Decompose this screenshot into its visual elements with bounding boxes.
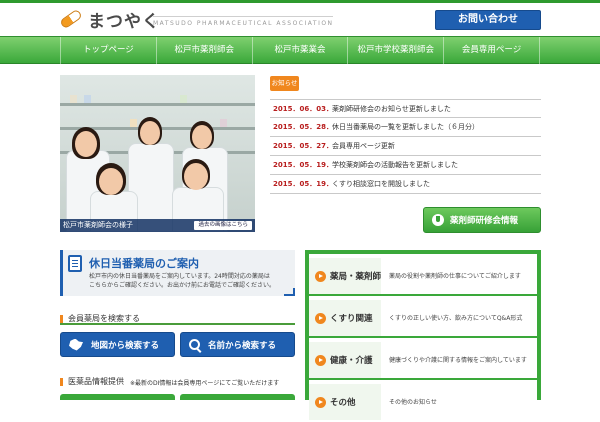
nav-item-top[interactable]: トップページ — [60, 37, 156, 65]
holiday-description: 松戸市内の休日当番薬局をご案内しています。24時間対応の薬局は こちらからご確認… — [89, 273, 276, 289]
news-list: 2015．06．03． 薬剤師研修会のお知らせ更新しました 2015．05．28… — [270, 99, 541, 194]
logo-subtitle: MATSUDO PHARMACEUTICAL ASSOCIATION — [153, 20, 334, 27]
arrow-right-icon — [315, 312, 326, 324]
hero-photo: 松戸市薬剤師会の様子 過去の画像はこちら — [60, 75, 255, 232]
category-label: 薬局・薬剤師 — [330, 272, 382, 282]
contact-button[interactable]: お問い合わせ — [435, 10, 541, 30]
category-row-medicine[interactable]: くすり関連 くすりの正しい使い方、飲み方についてQ&A形式 — [309, 300, 537, 338]
drug-info-note: ※最新のDI情報は会員専用ページにてご覧いただけます — [130, 380, 280, 387]
news-item[interactable]: 2015．05．19． 学校薬剤師会の活動報告を更新しました — [270, 156, 541, 175]
category-row-pharmacy[interactable]: 薬局・薬剤師 薬局の役割や薬剤師の仕事についてご紹介します — [309, 258, 537, 296]
news-title[interactable]: くすり相談窓口を開設しました — [332, 179, 430, 189]
past-images-link[interactable]: 過去の画像はこちら — [194, 221, 252, 230]
flask-icon — [432, 214, 444, 226]
pharmacy-search-heading: 会員薬局を検索する — [60, 313, 295, 325]
arrow-right-icon — [315, 354, 326, 366]
category-label: くすり関連 — [330, 314, 373, 324]
category-row-health[interactable]: 健康・介護 健康づくりや介護に関する情報をご案内しています — [309, 342, 537, 380]
category-label: 健康・介護 — [330, 356, 373, 366]
holiday-pharmacy-banner[interactable]: 休日当番薬局のご案内 松戸市内の休日当番薬局をご案内しています。24時間対応の薬… — [60, 250, 295, 296]
map-icon — [69, 338, 83, 351]
pill-logo-icon — [59, 8, 83, 30]
site-logo[interactable]: まつやく — [59, 8, 160, 32]
category-label: その他 — [330, 398, 356, 408]
drug-info-button[interactable] — [180, 394, 295, 400]
pharmacy-search-title: 会員薬局を検索する — [68, 314, 140, 323]
news-tag: お知らせ — [270, 76, 299, 91]
seminar-info-button[interactable]: 薬剤師研修会情報 — [423, 207, 541, 233]
logo-divider — [153, 16, 333, 17]
nav-item-pharmacist-assoc[interactable]: 松戸市薬剤師会 — [155, 37, 252, 65]
news-date: 2015．05．28． — [273, 123, 333, 131]
seminar-info-label: 薬剤師研修会情報 — [450, 216, 519, 226]
search-by-map-label: 地図から検索する — [91, 340, 160, 351]
arrow-right-icon — [315, 396, 326, 408]
document-icon — [68, 255, 82, 272]
category-description: 薬局の役割や薬剤師の仕事についてご紹介します — [389, 273, 521, 280]
category-box: 薬局・薬剤師 薬局の役割や薬剤師の仕事についてご紹介します くすり関連 くすりの… — [305, 250, 541, 420]
news-date: 2015．05．27． — [273, 142, 333, 150]
drug-info-title: 医薬品情報提供 — [68, 377, 124, 386]
search-by-name-label: 名前から検索する — [208, 340, 277, 351]
photo-caption: 松戸市薬剤師会の様子 — [63, 221, 133, 229]
holiday-corner-decoration — [284, 288, 295, 296]
news-date: 2015．06．03． — [273, 104, 333, 113]
category-row-other[interactable]: その他 その他のお知らせ — [309, 384, 537, 422]
drug-info-heading: 医薬品情報提供 ※最新のDI情報は会員専用ページにてご覧いただけます — [60, 376, 295, 388]
photo-caption-bar: 松戸市薬剤師会の様子 過去の画像はこちら — [60, 219, 255, 232]
news-item[interactable]: 2015．05．28． 休日当番薬局の一覧を更新しました（６月分） — [270, 118, 541, 137]
search-icon — [189, 339, 200, 350]
top-accent-bar — [0, 0, 600, 3]
category-description: 健康づくりや介護に関する情報をご案内しています — [389, 357, 527, 364]
nav-item-members[interactable]: 会員専用ページ — [443, 37, 540, 65]
logo-text: まつやく — [88, 11, 160, 32]
search-by-map-button[interactable]: 地図から検索する — [60, 332, 175, 357]
news-title[interactable]: 休日当番薬局の一覧を更新しました（６月分） — [332, 122, 479, 132]
news-item[interactable]: 2015．05．27． 会員専用ページ更新 — [270, 137, 541, 156]
main-nav: トップページ 松戸市薬剤師会 松戸市薬業会 松戸市学校薬剤師会 会員専用ページ — [0, 36, 600, 65]
news-title[interactable]: 会員専用ページ更新 — [332, 141, 395, 151]
category-description: くすりの正しい使い方、飲み方についてQ&A形式 — [389, 315, 523, 322]
search-by-name-button[interactable]: 名前から検索する — [180, 332, 295, 357]
news-date: 2015．05．19． — [273, 180, 333, 188]
heading-marker — [60, 315, 63, 323]
news-date: 2015．05．19． — [273, 161, 333, 169]
nav-item-pharma-industry[interactable]: 松戸市薬業会 — [251, 37, 348, 65]
news-item[interactable]: 2015．05．19． くすり相談窓口を開設しました — [270, 175, 541, 194]
nav-item-school-pharmacist[interactable]: 松戸市学校薬剤師会 — [347, 37, 443, 65]
heading-marker — [60, 378, 63, 386]
news-item[interactable]: 2015．06．03． 薬剤師研修会のお知らせ更新しました — [270, 99, 541, 118]
holiday-title: 休日当番薬局のご案内 — [89, 257, 199, 270]
arrow-right-icon — [315, 270, 326, 282]
drug-info-button[interactable] — [60, 394, 175, 400]
news-title[interactable]: 薬剤師研修会のお知らせ更新しました — [332, 104, 451, 114]
news-title[interactable]: 学校薬剤師会の活動報告を更新しました — [332, 160, 458, 170]
category-description: その他のお知らせ — [389, 399, 437, 406]
